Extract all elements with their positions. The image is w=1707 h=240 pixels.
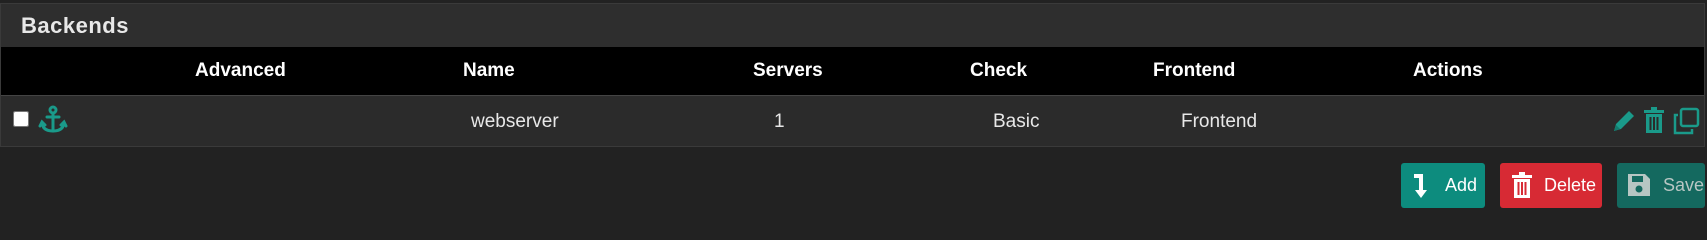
frontend-value: Frontend [1181, 111, 1258, 132]
check-type: Basic [993, 111, 1040, 132]
level-down-icon [1411, 172, 1433, 205]
save-button-label: Save [1663, 175, 1705, 195]
trash-icon[interactable] [1641, 107, 1667, 140]
column-header-advanced[interactable]: Advanced [195, 60, 286, 82]
table-header: Advanced Name Servers Check Frontend Act… [1, 47, 1704, 95]
column-header-name[interactable]: Name [463, 60, 515, 82]
clone-icon[interactable] [1672, 107, 1700, 140]
delete-button[interactable]: Delete [1500, 163, 1602, 208]
add-button-label: Add [1445, 175, 1478, 195]
panel-title: Backends [21, 13, 129, 38]
pencil-icon[interactable] [1610, 107, 1638, 140]
backend-name: webserver [471, 111, 559, 132]
backends-panel: Backends Advanced Name Servers Check Fro… [0, 3, 1705, 147]
column-header-actions: Actions [1413, 60, 1483, 81]
table-row: webserver 1 Basic Frontend [1, 95, 1704, 146]
add-button[interactable]: Add [1401, 163, 1485, 208]
column-header-check[interactable]: Check [970, 60, 1027, 82]
row-select-checkbox[interactable] [13, 111, 29, 127]
trash-icon [1510, 172, 1534, 205]
panel-heading: Backends [1, 4, 1704, 47]
delete-button-label: Delete [1544, 175, 1597, 195]
save-button[interactable]: Save [1617, 163, 1705, 208]
anchor-icon[interactable] [38, 105, 68, 140]
servers-count: 1 [774, 111, 785, 132]
column-header-servers[interactable]: Servers [753, 60, 823, 82]
column-header-frontend[interactable]: Frontend [1153, 60, 1235, 82]
floppy-disk-icon [1627, 172, 1651, 203]
